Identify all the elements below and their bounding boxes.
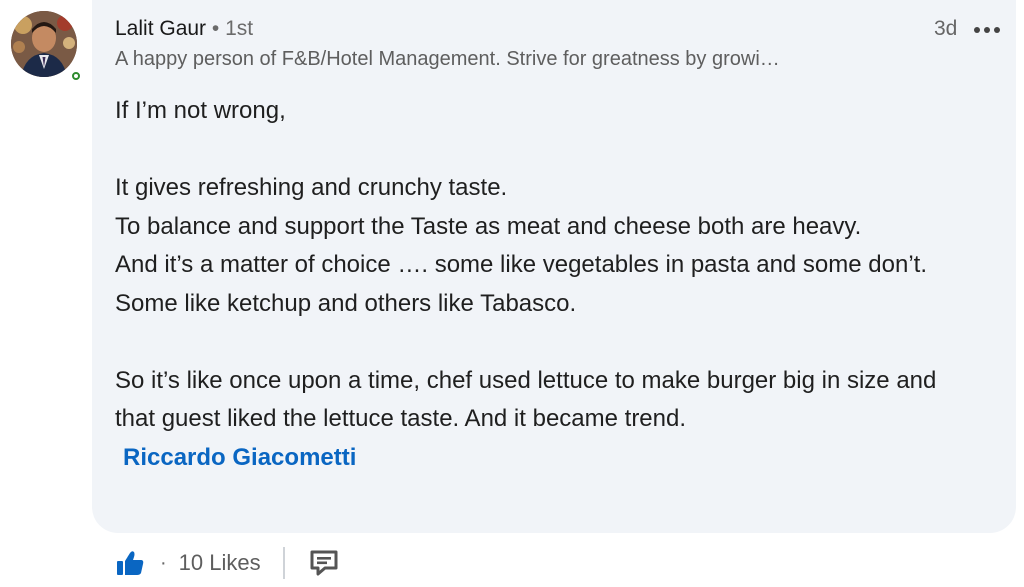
- author-name[interactable]: Lalit Gaur: [115, 17, 206, 40]
- action-divider: [282, 547, 285, 579]
- comment-blank-line: [115, 323, 975, 362]
- connection-degree: 1st: [225, 17, 254, 40]
- mention-link[interactable]: Riccardo Giacometti: [123, 439, 975, 478]
- author-headline: A happy person of F&B/Hotel Management. …: [115, 48, 780, 70]
- comment-icon: [310, 550, 338, 576]
- comment-line: If I’m not wrong,: [115, 97, 286, 124]
- action-separator: ·: [160, 551, 167, 574]
- comment-line: Some like ketchup and others like Tabasc…: [115, 289, 577, 317]
- more-options-button[interactable]: [972, 20, 1002, 40]
- online-status-icon: [69, 69, 83, 83]
- comment-line: It gives refreshing and crunchy taste.: [115, 174, 508, 201]
- comment-actions: · 10 Likes: [115, 543, 339, 583]
- avatar-photo: [11, 11, 77, 77]
- like-button[interactable]: [115, 548, 145, 578]
- comment-line: So it’s like once upon a time, chef used…: [115, 366, 937, 433]
- comment-line: And it’s a matter of choice …. some like…: [115, 251, 927, 278]
- connection-separator: •: [206, 17, 226, 40]
- avatar[interactable]: [11, 11, 77, 77]
- comment-timestamp: 3d: [934, 17, 958, 40]
- comment-line: To balance and support the Taste as meat…: [115, 212, 862, 240]
- avatar-container[interactable]: [11, 11, 83, 83]
- more-options-icon: [974, 27, 1000, 33]
- reply-button[interactable]: [309, 549, 339, 577]
- comment-text: If I’m not wrong, It gives refreshing an…: [115, 92, 975, 477]
- comment-author-row: Lalit Gaur • 1st: [115, 17, 253, 41]
- comment-blank-line: [115, 131, 975, 170]
- likes-count[interactable]: 10 Likes: [179, 550, 261, 576]
- thumbs-up-icon: [117, 551, 144, 575]
